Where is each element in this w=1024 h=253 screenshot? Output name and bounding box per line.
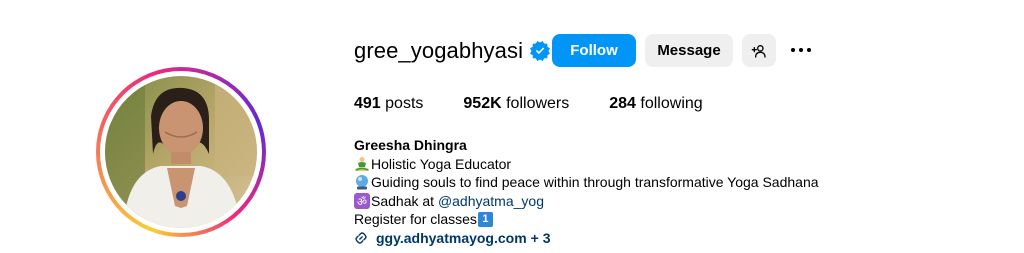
follow-button[interactable]: Follow <box>552 34 636 67</box>
verified-badge-icon <box>530 41 551 61</box>
link-icon <box>355 232 367 244</box>
bio-line-register: Register for classes 1 <box>354 210 819 229</box>
external-link[interactable]: ggy.adhyatmayog.com + 3 <box>354 229 819 248</box>
avatar-gap <box>100 71 262 233</box>
followers-link[interactable]: 952K followers <box>463 95 569 113</box>
following-count-value: 284 <box>609 95 636 112</box>
external-link-text: ggy.adhyatmayog.com <box>376 229 527 246</box>
bio-line-mission: Guiding souls to find peace within throu… <box>354 173 819 192</box>
bio-line-sadhak: ॐ Sadhak at @adhyatma_yog <box>354 192 819 211</box>
followers-label: followers <box>506 95 570 112</box>
add-person-icon <box>751 44 766 58</box>
bio-text-educator: Holistic Yoga Educator <box>371 155 512 172</box>
following-link[interactable]: 284 following <box>609 95 702 113</box>
bio-text-sadhak: Sadhak at <box>371 192 438 209</box>
bio-text-register: Register for classes <box>354 211 477 228</box>
bio-text-mission: Guiding souls to find peace within throu… <box>371 174 819 191</box>
suggested-accounts-button[interactable] <box>742 34 776 67</box>
svg-text:ॐ: ॐ <box>357 196 367 209</box>
mention-link[interactable]: @adhyatma_yog <box>438 192 544 211</box>
external-link-more: + 3 <box>530 229 551 246</box>
posts-count-value: 491 <box>354 95 381 112</box>
followers-count-value: 952K <box>463 95 502 112</box>
om-symbol-emoji: ॐ <box>354 193 370 210</box>
following-label: following <box>640 95 703 112</box>
bio-line-educator: Holistic Yoga Educator <box>354 155 819 174</box>
message-button[interactable]: Message <box>645 34 733 67</box>
profile-avatar[interactable] <box>105 76 257 228</box>
posts-label: posts <box>385 95 424 112</box>
profile-stats: 491 posts 952K followers 284 following <box>354 95 743 113</box>
username: gree_yogabhyasi <box>354 38 524 63</box>
profile-bio: Greesha Dhingra Holistic Yoga Educator G… <box>354 136 819 248</box>
person-in-lotus-position-emoji <box>355 156 369 171</box>
more-options-icon[interactable] <box>788 38 814 62</box>
crystal-ball-emoji <box>356 175 368 190</box>
posts-count: 491 posts <box>354 95 423 113</box>
profile-header: gree_yogabhyasi <box>354 34 551 68</box>
full-name: Greesha Dhingra <box>354 137 467 153</box>
profile-avatar-ring[interactable] <box>96 67 266 237</box>
keycap-one-emoji: 1 <box>477 212 493 228</box>
